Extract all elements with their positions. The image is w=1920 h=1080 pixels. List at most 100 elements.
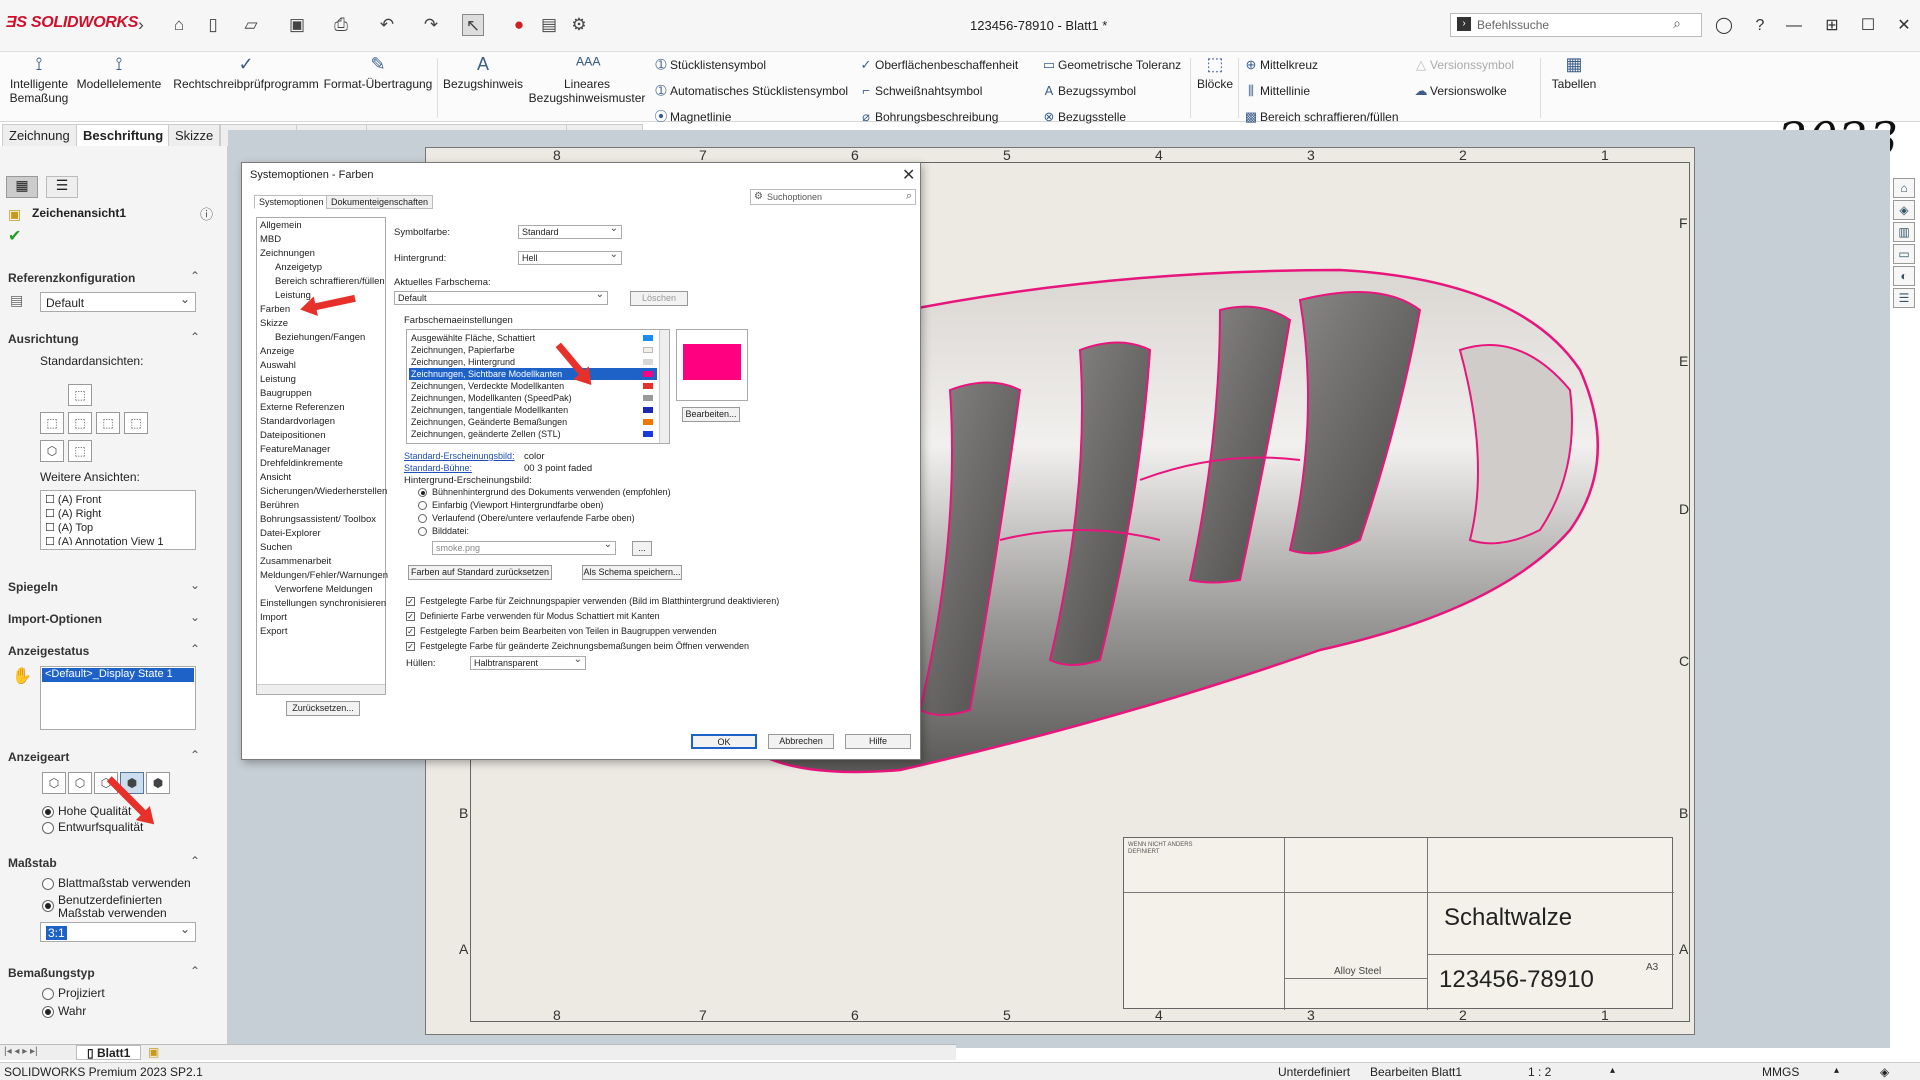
edit-color-button[interactable]: Bearbeiten... xyxy=(682,407,740,422)
rebuild-icon[interactable]: ● xyxy=(508,14,530,36)
save-scheme-button[interactable]: Als Schema speichern... xyxy=(582,565,682,580)
revision-cloud-button[interactable]: ☁ Versionswolke xyxy=(1412,83,1507,99)
tree-item[interactable]: Standardvorlagen xyxy=(260,416,335,427)
linear-note-pattern-button[interactable]: ᴬᴬᴬ Lineares Bezugshinweismuster xyxy=(528,54,646,105)
view-front-icon[interactable]: ⬚ xyxy=(68,412,92,434)
custom-properties-icon[interactable]: ☰ xyxy=(1893,288,1915,308)
tree-item[interactable]: Bohrungsassistent/ Toolbox xyxy=(260,514,376,525)
design-library-icon[interactable]: ▥ xyxy=(1893,222,1915,242)
ok-check-icon[interactable]: ✔ xyxy=(8,226,21,246)
chevron-up-icon[interactable]: ⌃ xyxy=(190,642,200,656)
tree-item[interactable]: Import xyxy=(260,612,287,623)
search-icon[interactable]: ⌕ xyxy=(906,190,912,203)
new-document-icon[interactable]: ▯ xyxy=(202,14,224,36)
more-views-list[interactable]: ☐ (A) Front ☐ (A) Right ☐ (A) Top ☐ (A) … xyxy=(40,490,196,550)
tab-document-properties[interactable]: Dokumenteigenschaften xyxy=(326,195,434,209)
view-list-item[interactable]: ☐ (A) Front xyxy=(45,493,101,506)
tree-item[interactable]: Zusammenarbeit xyxy=(260,556,331,567)
view-list-item[interactable]: ☐ (A) Top xyxy=(45,521,93,534)
tree-item[interactable]: Zeichnungen xyxy=(260,248,315,259)
display-state-list[interactable]: <Default>_Display State 1 xyxy=(40,666,196,730)
bg-document-scene-radio[interactable] xyxy=(418,488,427,497)
chevron-up-icon[interactable]: ⌃ xyxy=(190,269,200,283)
help-icon[interactable]: ? xyxy=(1748,14,1772,38)
projected-radio[interactable] xyxy=(42,988,54,1000)
high-quality-radio[interactable] xyxy=(42,806,54,818)
bg-image-file-input[interactable]: smoke.png xyxy=(432,539,616,555)
delete-scheme-button[interactable]: Löschen xyxy=(630,291,688,306)
model-items-button[interactable]: ⟟ Modellelemente xyxy=(76,54,162,91)
view-isometric-icon[interactable]: ⬡ xyxy=(40,440,64,462)
file-explorer-icon[interactable]: ▭ xyxy=(1893,244,1915,264)
center-mark-button[interactable]: ⊕ Mittelkreuz xyxy=(1242,57,1318,73)
minimize-icon[interactable]: — xyxy=(1782,14,1806,38)
color-list-item[interactable]: Zeichnungen, tangentiale Modellkanten xyxy=(409,404,657,416)
reset-button[interactable]: Zurücksetzen... xyxy=(286,701,360,716)
revision-symbol-button[interactable]: △ Versionssymbol xyxy=(1412,57,1514,73)
default-appearance-link[interactable]: Standard-Erscheinungsbild: xyxy=(404,451,515,461)
tree-scrollbar[interactable] xyxy=(257,684,385,694)
close-icon[interactable]: ✕ xyxy=(1892,14,1916,38)
system-options-dialog[interactable]: Systemoptionen - Farben ✕ Systemoptionen… xyxy=(241,162,921,760)
checkbox[interactable]: ✓ xyxy=(406,627,415,636)
chevron-down-icon[interactable]: ⌄ xyxy=(190,610,200,624)
feature-manager-tab-icon[interactable]: ▦ xyxy=(6,176,38,198)
area-hatch-button[interactable]: ▩ Bereich schraffieren/füllen xyxy=(1242,109,1399,125)
bg-gradient-radio[interactable] xyxy=(418,514,427,523)
tree-item[interactable]: FeatureManager xyxy=(260,444,330,455)
tab-beschriftung[interactable]: Beschriftung xyxy=(76,124,171,146)
property-manager-tab-icon[interactable]: ☰ xyxy=(46,176,78,198)
note-button[interactable]: A Bezugshinweis xyxy=(440,54,526,91)
true-radio[interactable] xyxy=(42,1006,54,1018)
bg-image-radio[interactable] xyxy=(418,527,427,536)
reset-colors-button[interactable]: Farben auf Standard zurücksetzen xyxy=(408,565,552,580)
redo-icon[interactable]: ↷ xyxy=(420,14,442,36)
close-icon[interactable]: ✕ xyxy=(902,165,915,185)
view-list-item[interactable]: ☐ (A) Annotation View 1 xyxy=(45,535,164,545)
cancel-button[interactable]: Abbrechen xyxy=(768,734,834,749)
color-list-item[interactable]: Zeichnungen, Hintergrund xyxy=(409,356,657,368)
user-icon[interactable]: ◯ xyxy=(1712,14,1736,38)
tree-item[interactable]: Berühren xyxy=(260,500,299,511)
bg-plain-radio[interactable] xyxy=(418,501,427,510)
hole-callout-button[interactable]: ⌀ Bohrungsbeschreibung xyxy=(857,109,998,125)
units-up-icon[interactable]: ▴ xyxy=(1834,1065,1839,1076)
section-display-style[interactable]: Anzeigeart xyxy=(8,750,69,764)
maximize-icon[interactable]: ☐ xyxy=(1856,14,1880,38)
chevron-up-icon[interactable]: ⌃ xyxy=(190,330,200,344)
color-list-item[interactable]: Zeichnungen, Modellkanten (SpeedPak) xyxy=(409,392,657,404)
quick-tips-icon[interactable]: ◈ xyxy=(1880,1065,1889,1079)
home-icon[interactable]: ⌂ xyxy=(168,14,190,36)
appearances-icon[interactable]: ◐ xyxy=(1893,266,1915,286)
options-search-input[interactable]: ⚙ Suchoptionen ⌕ xyxy=(750,189,916,205)
smart-dimension-button[interactable]: ⟟ Intelligente Bemaßung xyxy=(4,54,74,105)
tree-item[interactable]: Bereich schraffieren/füllen xyxy=(275,276,385,287)
restore-panes-icon[interactable]: ⊞ xyxy=(1820,14,1844,38)
color-scheme-list[interactable]: Ausgewählte Fläche, Schattiert Zeichnung… xyxy=(406,329,670,444)
tree-item[interactable]: Meldungen/Fehler/Warnungen xyxy=(260,570,388,581)
section-display-state[interactable]: Anzeigestatus xyxy=(8,644,89,658)
datum-feature-button[interactable]: A Bezugssymbol xyxy=(1040,83,1136,99)
tree-item[interactable]: Datei-Explorer xyxy=(260,528,321,539)
search-scope-icon[interactable]: › xyxy=(1457,17,1471,31)
chevron-up-icon[interactable]: ⌃ xyxy=(190,854,200,868)
home-icon[interactable]: ⌂ xyxy=(1893,178,1915,198)
weld-symbol-button[interactable]: ⌐ Schweißnahtsymbol xyxy=(857,83,982,99)
section-mirror[interactable]: Spiegeln xyxy=(8,580,58,594)
background-select[interactable]: Hell xyxy=(518,249,622,265)
chevron-down-icon[interactable]: ⌄ xyxy=(190,578,200,592)
view-right-icon[interactable]: ⬚ xyxy=(96,412,120,434)
help-button[interactable]: Hilfe xyxy=(845,734,911,749)
shaded-icon[interactable]: ⬢ xyxy=(146,772,170,794)
options-gear-icon[interactable]: ⚙ xyxy=(568,14,590,36)
options-tree[interactable]: Allgemein MBD Zeichnungen Anzeigetyp Ber… xyxy=(256,217,388,695)
add-sheet-icon[interactable]: ▣ xyxy=(148,1045,159,1059)
balloon-button[interactable]: ➀ Stücklistensymbol xyxy=(652,57,767,73)
tab-system-options[interactable]: Systemoptionen xyxy=(254,195,329,209)
ok-button[interactable]: OK xyxy=(691,734,757,749)
tree-item[interactable]: Leistung xyxy=(260,374,296,385)
save-icon[interactable]: ▣ xyxy=(286,14,308,36)
custom-scale-radio[interactable] xyxy=(42,900,54,912)
solidworks-logo[interactable]: ƎS SOLIDWORKS xyxy=(6,14,138,32)
wireframe-icon[interactable]: ⬡ xyxy=(42,772,66,794)
